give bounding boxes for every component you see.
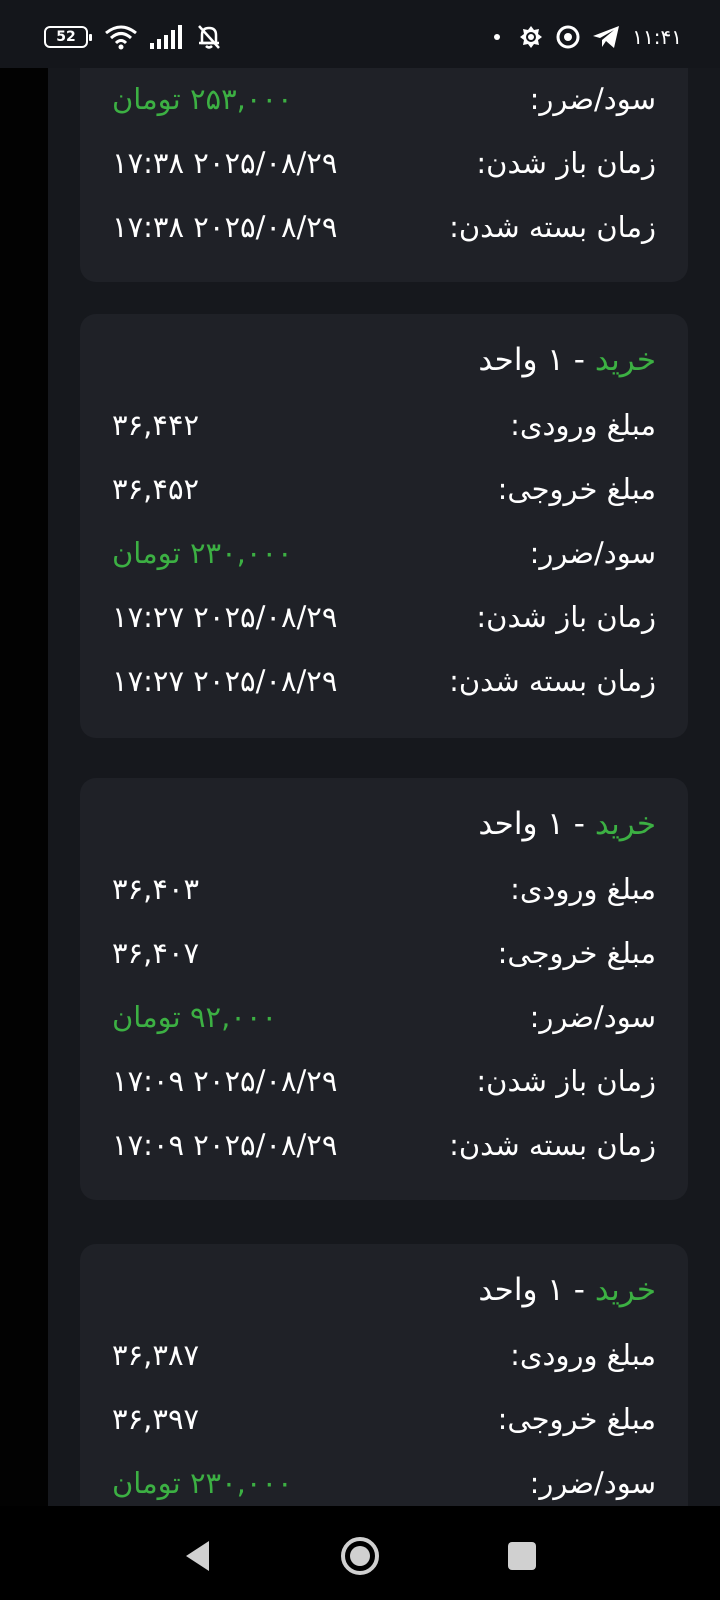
trade-row-close-time: زمان بسته شدن: ۲۰۲۵/۰۸/۲۹ ۱۷:۳۸ (80, 210, 688, 250)
trade-row-exit: مبلغ خروجی: ۳۶,۴۵۲ (80, 472, 688, 512)
row-label: مبلغ خروجی: (497, 1402, 656, 1436)
row-label: زمان باز شدن: (476, 1064, 656, 1098)
trade-qty: - ۱ واحد (478, 806, 595, 842)
trade-title: خرید - ۱ واحد (478, 806, 656, 842)
row-value: ۲۰۲۵/۰۸/۲۹ ۱۷:۳۸ (112, 146, 338, 180)
row-label: سود/ضرر: (529, 1466, 656, 1500)
battery-icon: 52 (44, 26, 92, 48)
row-label: مبلغ ورودی: (510, 872, 656, 906)
trade-card: خرید - ۱ واحد مبلغ ورودی: ۳۶,۳۸۷ مبلغ خر… (80, 1244, 688, 1506)
trade-row-exit: مبلغ خروجی: ۳۶,۳۹۷ (80, 1402, 688, 1442)
left-rail (0, 68, 48, 1506)
trade-card: خرید - ۱ واحد مبلغ ورودی: ۳۶,۴۰۳ مبلغ خر… (80, 778, 688, 1200)
row-value: ۲۰۲۵/۰۸/۲۹ ۱۷:۰۹ (112, 1064, 338, 1098)
row-label: زمان بسته شدن: (449, 1128, 656, 1162)
row-value: ۲۰۲۵/۰۸/۲۹ ۱۷:۰۹ (112, 1128, 338, 1162)
row-label: مبلغ خروجی: (497, 936, 656, 970)
row-value: ۳۶,۴۰۷ (112, 936, 200, 970)
trade-row-close-time: زمان بسته شدن: ۲۰۲۵/۰۸/۲۹ ۱۷:۰۹ (80, 1128, 688, 1168)
chrome-icon (556, 25, 580, 49)
trade-row-entry: مبلغ ورودی: ۳۶,۴۰۳ (80, 872, 688, 912)
battery-level: 52 (56, 29, 76, 45)
bell-off-icon (196, 24, 222, 50)
row-label: مبلغ ورودی: (510, 1338, 656, 1372)
wifi-icon (104, 24, 138, 50)
row-value: ۳۶,۴۵۲ (112, 472, 200, 506)
trade-history-list[interactable]: سود/ضرر: ۲۵۳,۰۰۰ تومان زمان باز شدن: ۲۰۲… (48, 68, 720, 1506)
trade-row-profit: سود/ضرر: ۲۵۳,۰۰۰ تومان (80, 82, 688, 122)
row-value: ۲۳۰,۰۰۰ تومان (112, 536, 293, 570)
trade-side: خرید (594, 1272, 656, 1308)
telegram-icon (592, 25, 620, 49)
dot-icon (494, 34, 501, 40)
row-value: ۲۵۳,۰۰۰ تومان (112, 82, 293, 116)
trade-row-profit: سود/ضرر: ۹۲,۰۰۰ تومان (80, 1000, 688, 1040)
row-label: زمان بسته شدن: (449, 210, 656, 244)
system-nav-bar (0, 1506, 720, 1600)
row-label: سود/ضرر: (529, 1000, 656, 1034)
trade-row-close-time: زمان بسته شدن: ۲۰۲۵/۰۸/۲۹ ۱۷:۲۷ (80, 664, 688, 704)
trade-card: خرید - ۱ واحد مبلغ ورودی: ۳۶,۴۴۲ مبلغ خر… (80, 314, 688, 738)
row-label: سود/ضرر: (529, 536, 656, 570)
clock: ۱۱:۴۱ (632, 25, 682, 49)
trade-qty: - ۱ واحد (478, 1272, 595, 1308)
row-label: زمان باز شدن: (476, 600, 656, 634)
trade-qty: - ۱ واحد (478, 342, 595, 378)
trade-side: خرید (594, 806, 656, 842)
row-value: ۳۶,۳۹۷ (112, 1402, 200, 1436)
trade-card: سود/ضرر: ۲۵۳,۰۰۰ تومان زمان باز شدن: ۲۰۲… (80, 68, 688, 282)
row-label: مبلغ ورودی: (510, 408, 656, 442)
row-label: مبلغ خروجی: (497, 472, 656, 506)
signal-icon (150, 25, 184, 49)
trade-row-profit: سود/ضرر: ۲۳۰,۰۰۰ تومان (80, 1466, 688, 1506)
home-icon (341, 1537, 379, 1575)
row-label: سود/ضرر: (529, 82, 656, 116)
row-label: زمان باز شدن: (476, 146, 656, 180)
recents-button[interactable] (502, 1536, 542, 1576)
trade-row-open-time: زمان باز شدن: ۲۰۲۵/۰۸/۲۹ ۱۷:۲۷ (80, 600, 688, 640)
row-value: ۹۲,۰۰۰ تومان (112, 1000, 278, 1034)
row-value: ۲۰۲۵/۰۸/۲۹ ۱۷:۲۷ (112, 600, 338, 634)
trade-title: خرید - ۱ واحد (478, 1272, 656, 1308)
trade-row-entry: مبلغ ورودی: ۳۶,۴۴۲ (80, 408, 688, 448)
row-value: ۳۶,۳۸۷ (112, 1338, 200, 1372)
home-button[interactable] (340, 1536, 380, 1576)
status-bar: 52 ۱۱:۴۱ (0, 0, 720, 68)
row-value: ۲۰۲۵/۰۸/۲۹ ۱۷:۳۸ (112, 210, 338, 244)
trade-title: خرید - ۱ واحد (478, 342, 656, 378)
row-value: ۲۰۲۵/۰۸/۲۹ ۱۷:۲۷ (112, 664, 338, 698)
row-label: زمان بسته شدن: (449, 664, 656, 698)
back-icon (186, 1541, 209, 1571)
back-button[interactable] (178, 1536, 218, 1576)
shield-app-icon (518, 24, 544, 50)
trade-row-open-time: زمان باز شدن: ۲۰۲۵/۰۸/۲۹ ۱۷:۳۸ (80, 146, 688, 186)
recents-icon (508, 1542, 536, 1570)
row-value: ۳۶,۴۰۳ (112, 872, 200, 906)
trade-row-open-time: زمان باز شدن: ۲۰۲۵/۰۸/۲۹ ۱۷:۰۹ (80, 1064, 688, 1104)
trade-side: خرید (594, 342, 656, 378)
row-value: ۳۶,۴۴۲ (112, 408, 200, 442)
trade-row-profit: سود/ضرر: ۲۳۰,۰۰۰ تومان (80, 536, 688, 576)
trade-row-entry: مبلغ ورودی: ۳۶,۳۸۷ (80, 1338, 688, 1378)
trade-row-exit: مبلغ خروجی: ۳۶,۴۰۷ (80, 936, 688, 976)
row-value: ۲۳۰,۰۰۰ تومان (112, 1466, 293, 1500)
